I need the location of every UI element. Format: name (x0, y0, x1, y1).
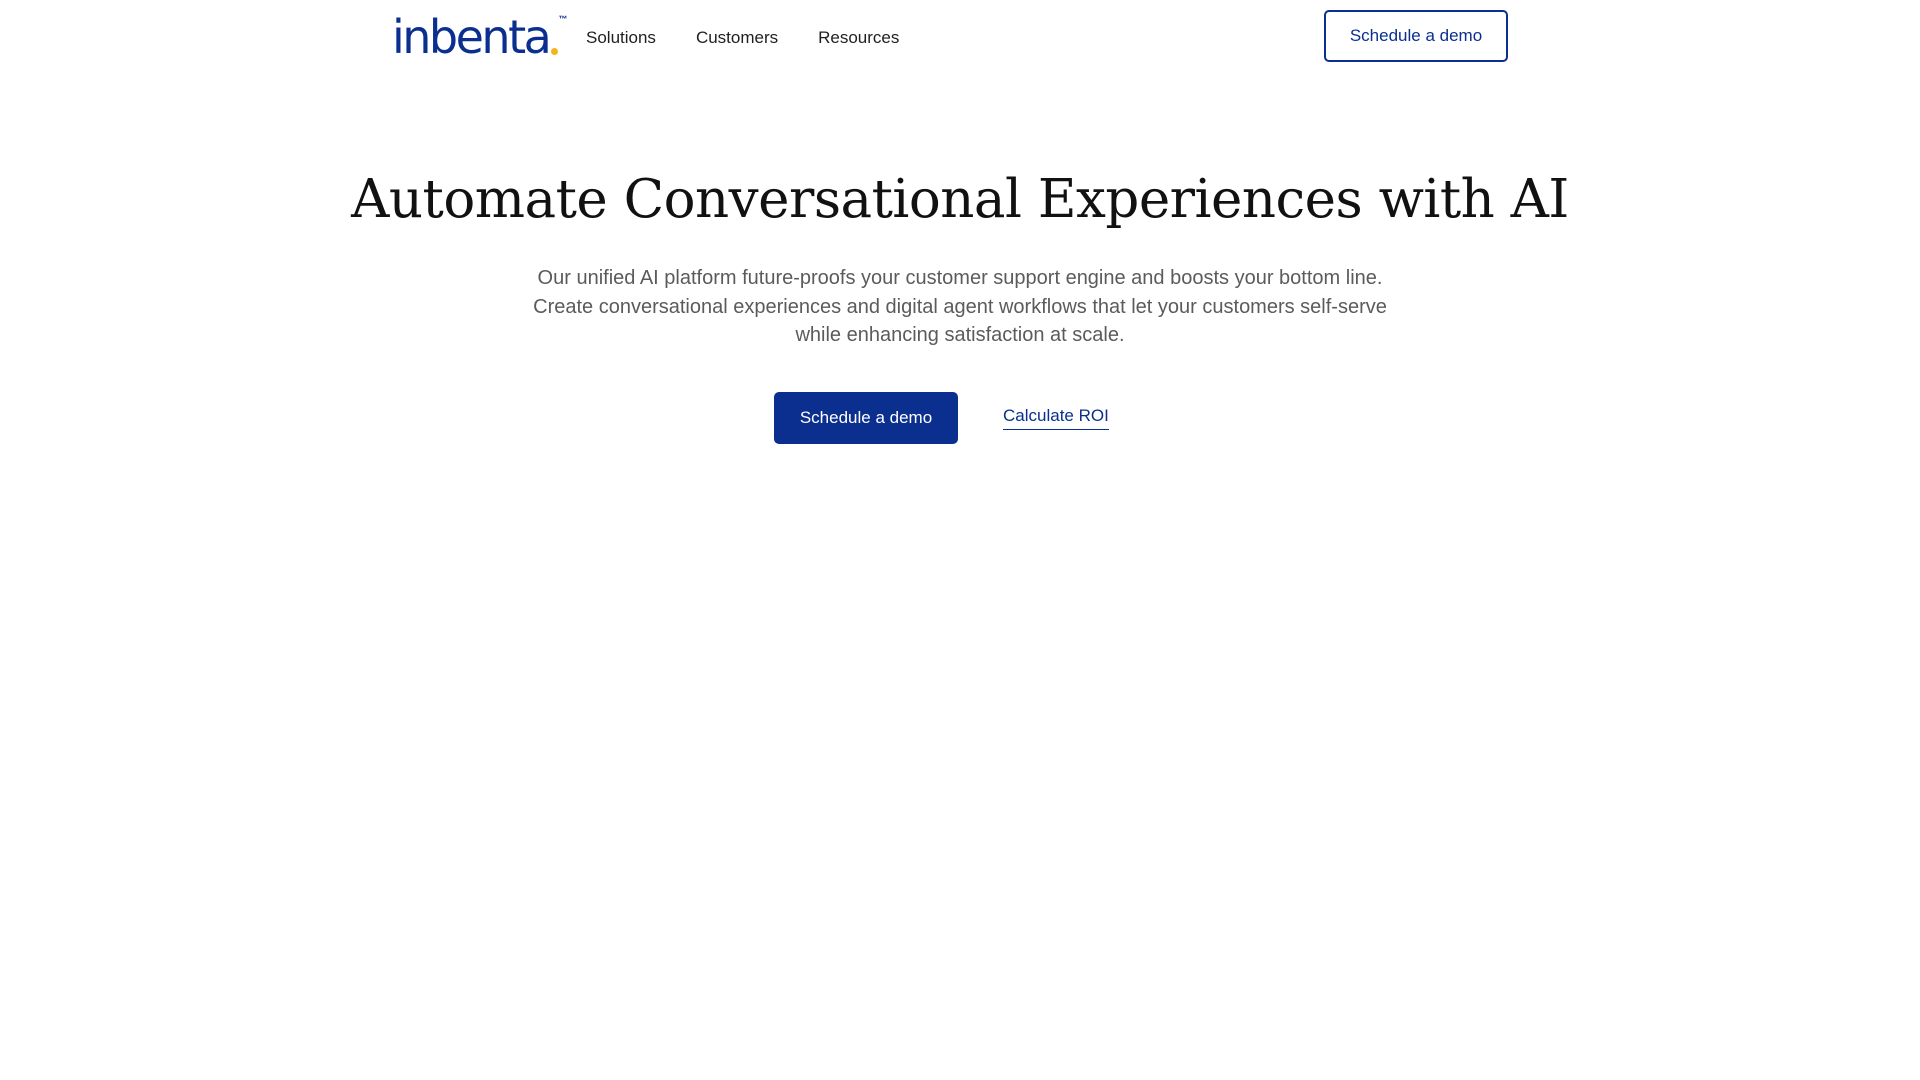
nav-item-solutions[interactable]: Solutions (586, 26, 656, 50)
hero-title: Automate Conversational Experiences with… (351, 169, 1569, 230)
hero-actions: Schedule a demo Calculate ROI (0, 392, 1920, 446)
nav-item-resources[interactable]: Resources (818, 26, 899, 50)
logo-trademark: ™ (558, 14, 568, 24)
hero-subtitle: Our unified AI platform future-proofs yo… (480, 264, 1440, 350)
logo-dot-icon (551, 48, 559, 55)
header-schedule-demo-button[interactable]: Schedule a demo (1324, 10, 1508, 62)
main-nav: Solutions Customers Resources (586, 26, 939, 50)
hero-subtitle-line-1: Our unified AI platform future-proofs yo… (537, 267, 1383, 289)
hero-schedule-demo-button[interactable]: Schedule a demo (774, 392, 958, 444)
page: inbenta ™ Solutions Customers Resources … (0, 0, 1920, 1080)
hero-subtitle-line-3: while enhancing satisfaction at scale. (795, 324, 1125, 346)
hero-subtitle-line-2: Create conversational experiences and di… (533, 295, 1387, 318)
calculate-roi-link[interactable]: Calculate ROI (1003, 406, 1109, 430)
logo-wordmark: inbenta (392, 10, 552, 64)
inbenta-logo[interactable]: inbenta ™ (392, 10, 567, 64)
hero-section: Automate Conversational Experiences with… (0, 160, 1920, 350)
site-header: inbenta ™ Solutions Customers Resources … (0, 0, 1920, 74)
nav-item-customers[interactable]: Customers (696, 26, 778, 50)
